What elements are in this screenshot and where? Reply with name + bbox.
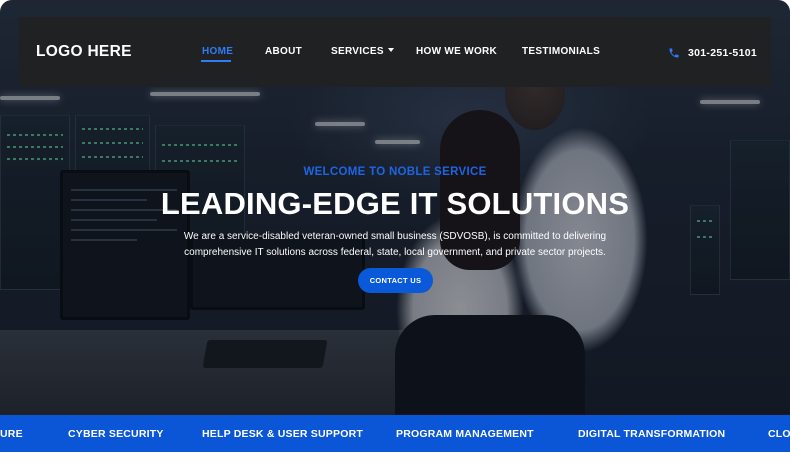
- phone-number-link[interactable]: 301-251-5101: [688, 47, 757, 59]
- ticker-item: CLO: [768, 428, 790, 440]
- ticker-item: HELP DESK & USER SUPPORT: [202, 428, 363, 440]
- nav-link-services-label: SERVICES: [331, 46, 384, 57]
- ticker-item: CYBER SECURITY: [68, 428, 164, 440]
- hero-description: We are a service-disabled veteran-owned …: [165, 229, 625, 260]
- nav-link-services[interactable]: SERVICES: [331, 46, 394, 57]
- phone-icon: [669, 48, 679, 58]
- contact-us-button[interactable]: CONTACT US: [358, 268, 433, 293]
- navbar: LOGO HERE HOME ABOUT SERVICES HOW WE WOR…: [19, 17, 771, 87]
- hero-section: LOGO HERE HOME ABOUT SERVICES HOW WE WOR…: [0, 0, 790, 415]
- ticker-item: URE: [0, 428, 23, 440]
- nav-active-underline: [201, 60, 231, 62]
- logo[interactable]: LOGO HERE: [36, 43, 132, 61]
- nav-link-home[interactable]: HOME: [202, 46, 233, 57]
- ticker-item: PROGRAM MANAGEMENT: [396, 428, 534, 440]
- hero-description-line-2: comprehensive IT solutions across federa…: [184, 246, 606, 258]
- hero-description-line-1: We are a service-disabled veteran-owned …: [183, 231, 607, 242]
- nav-link-testimonials[interactable]: TESTIMONIALS: [522, 46, 600, 57]
- services-ticker: URE CYBER SECURITY HELP DESK & USER SUPP…: [0, 415, 790, 452]
- caret-down-icon: [387, 48, 394, 52]
- hero-subtitle: WELCOME TO NOBLE SERVICE: [303, 166, 487, 178]
- nav-link-about[interactable]: ABOUT: [265, 46, 302, 57]
- ticker-item: DIGITAL TRANSFORMATION: [578, 428, 726, 440]
- hero-title: LEADING-EDGE IT SOLUTIONS: [160, 186, 630, 221]
- nav-link-how-we-work[interactable]: HOW WE WORK: [416, 46, 497, 57]
